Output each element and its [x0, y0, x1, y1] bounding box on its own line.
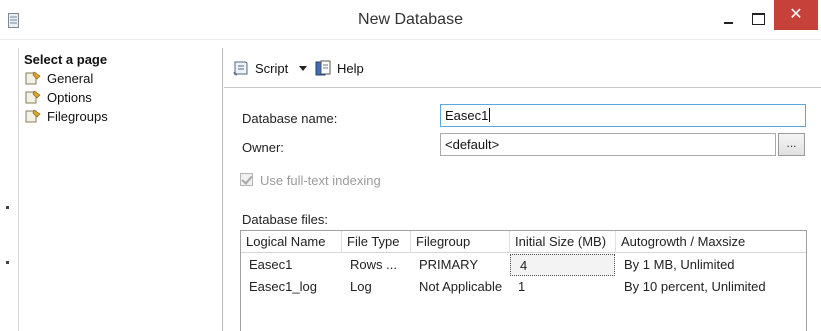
table-row[interactable]: Easec1 Rows ... PRIMARY 4 By 1 MB, Unlim…: [241, 254, 806, 276]
owner-browse-button[interactable]: ...: [778, 133, 805, 156]
column-header-file-type[interactable]: File Type: [342, 231, 411, 253]
database-files-label: Database files:: [242, 212, 328, 227]
page-selector-pane: Select a page General Options Filegroups: [18, 48, 223, 331]
page-item-general[interactable]: General: [25, 69, 93, 87]
close-button[interactable]: ✕: [774, 0, 818, 30]
select-page-header: Select a page: [24, 52, 108, 67]
column-header-logical-name[interactable]: Logical Name: [241, 231, 342, 253]
cell-logical-name[interactable]: Easec1: [241, 254, 342, 276]
help-button[interactable]: Help: [314, 57, 364, 79]
text-caret: [489, 108, 491, 122]
maximize-button[interactable]: [744, 0, 772, 32]
close-icon: ✕: [789, 4, 803, 23]
page-item-filegroups[interactable]: Filegroups: [25, 107, 108, 125]
script-icon: [233, 61, 248, 76]
window-title: New Database: [358, 11, 463, 28]
database-files-grid[interactable]: Logical Name File Type Filegroup Initial…: [240, 230, 807, 331]
owner-input[interactable]: <default>: [440, 133, 776, 156]
script-label: Script: [255, 60, 289, 76]
help-book-icon: [315, 60, 331, 76]
cell-initial-size[interactable]: 1: [510, 276, 615, 298]
script-button[interactable]: Script: [232, 57, 308, 79]
chevron-down-icon[interactable]: [299, 65, 308, 71]
database-name-input[interactable]: Easec1: [440, 104, 806, 127]
grid-header: Logical Name File Type Filegroup Initial…: [241, 231, 806, 253]
cell-filegroup[interactable]: PRIMARY: [411, 254, 510, 276]
cell-file-type[interactable]: Log: [342, 276, 411, 298]
column-header-autogrowth[interactable]: Autogrowth / Maxsize: [616, 231, 806, 253]
title-bar: New Database ✕: [0, 0, 821, 40]
edge-marker: [6, 261, 9, 264]
database-name-label: Database name:: [242, 111, 338, 126]
column-header-filegroup[interactable]: Filegroup: [411, 231, 510, 253]
page-wrench-icon: [25, 71, 41, 85]
database-name-value: Easec1: [445, 108, 489, 123]
cell-filegroup[interactable]: Not Applicable: [411, 276, 510, 298]
toolbar: Script Help: [224, 48, 821, 88]
cell-autogrowth[interactable]: By 10 percent, Unlimited: [616, 276, 806, 298]
help-label: Help: [337, 60, 364, 76]
page-item-label: General: [47, 70, 94, 86]
cell-initial-size[interactable]: 4: [510, 254, 615, 276]
page-wrench-icon: [25, 109, 41, 123]
fulltext-indexing-label: Use full-text indexing: [260, 173, 381, 188]
column-header-initial-size[interactable]: Initial Size (MB): [510, 231, 616, 253]
table-row[interactable]: Easec1_log Log Not Applicable 1 By 10 pe…: [241, 276, 806, 298]
owner-value: <default>: [445, 137, 500, 152]
page-wrench-icon: [25, 90, 41, 104]
page-item-label: Filegroups: [47, 108, 108, 124]
fulltext-indexing-checkbox[interactable]: [240, 173, 253, 186]
owner-label: Owner:: [242, 140, 284, 155]
page-item-options[interactable]: Options: [25, 88, 92, 106]
edge-marker: [6, 206, 9, 209]
cell-file-type[interactable]: Rows ...: [342, 254, 411, 276]
cell-autogrowth[interactable]: By 1 MB, Unlimited: [616, 254, 806, 276]
minimize-button[interactable]: [712, 0, 744, 32]
page-item-label: Options: [47, 89, 92, 105]
cell-logical-name[interactable]: Easec1_log: [241, 276, 342, 298]
